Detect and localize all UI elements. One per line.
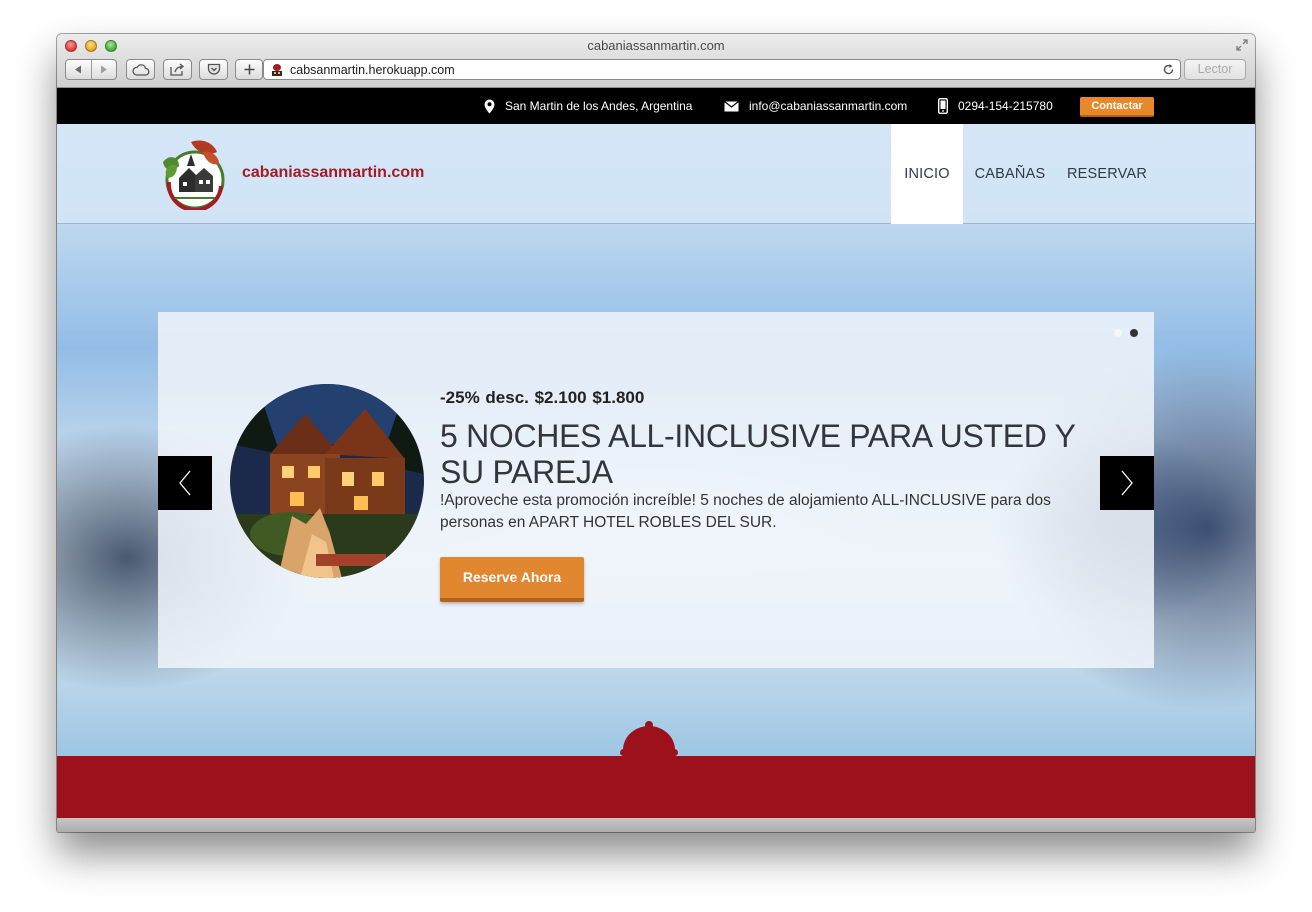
new-tab-button[interactable] bbox=[235, 59, 263, 80]
url-text: cabsanmartin.herokuapp.com bbox=[290, 62, 455, 77]
pocket-button[interactable] bbox=[199, 59, 228, 80]
promo-title: 5 NOCHES ALL-INCLUSIVE PARA USTED Y SU P… bbox=[440, 418, 1076, 490]
forward-arrow-icon bbox=[100, 65, 107, 74]
window-title: cabaniassanmartin.com bbox=[587, 38, 725, 53]
forward-button[interactable] bbox=[90, 60, 117, 79]
hotel-night-photo bbox=[230, 384, 424, 578]
map-pin-icon bbox=[484, 99, 495, 113]
location-info: San Martin de los Andes, Argentina bbox=[484, 88, 692, 124]
promo-slider: -25% desc. $2.100 $1.800 5 NOCHES ALL-IN… bbox=[158, 312, 1154, 668]
promo-description: !Aproveche esta promoción increíble! 5 n… bbox=[440, 492, 1051, 531]
reload-icon[interactable] bbox=[1162, 63, 1175, 76]
contact-topbar: San Martin de los Andes, Argentina info@… bbox=[57, 88, 1255, 124]
chevron-right-icon bbox=[1121, 470, 1133, 496]
slider-dot-1[interactable] bbox=[1114, 329, 1122, 337]
promo-price: -25% desc. $2.100 $1.800 bbox=[440, 388, 645, 407]
nav-cabanas[interactable]: CABAÑAS bbox=[969, 124, 1051, 224]
location-text: San Martin de los Andes, Argentina bbox=[505, 99, 693, 113]
mobile-phone-icon bbox=[938, 98, 948, 114]
red-footer-band bbox=[57, 756, 1255, 818]
share-icon bbox=[170, 63, 185, 76]
slider-next-button[interactable] bbox=[1100, 456, 1154, 510]
reserve-now-button[interactable]: Reserve Ahora bbox=[440, 557, 584, 602]
cloche-icon bbox=[620, 721, 678, 756]
slider-dot-2[interactable] bbox=[1130, 329, 1138, 337]
slider-prev-button[interactable] bbox=[158, 456, 212, 510]
window-bottom-edge bbox=[57, 818, 1255, 832]
share-button[interactable] bbox=[163, 59, 192, 80]
email-link[interactable]: info@cabaniassanmartin.com bbox=[749, 99, 907, 113]
email-info[interactable]: info@cabaniassanmartin.com bbox=[724, 88, 907, 124]
logo-icon[interactable] bbox=[157, 138, 233, 210]
phone-text: 0294-154-215780 bbox=[958, 99, 1053, 113]
browser-toolbar: cabaniassanmartin.com cabsanmartin.herok… bbox=[57, 34, 1255, 88]
back-forward-buttons bbox=[65, 59, 117, 80]
site-header: cabaniassanmartin.com INICIO CABAÑAS RES… bbox=[57, 124, 1255, 224]
fullscreen-icon[interactable] bbox=[1236, 39, 1248, 51]
back-button[interactable] bbox=[66, 60, 91, 79]
back-arrow-icon bbox=[75, 65, 82, 74]
promo-photo bbox=[230, 384, 424, 578]
envelope-icon bbox=[724, 100, 739, 111]
browser-window: cabaniassanmartin.com cabsanmartin.herok… bbox=[57, 34, 1255, 832]
contact-button[interactable]: Contactar bbox=[1080, 97, 1154, 117]
plus-icon bbox=[244, 64, 254, 75]
web-page: San Martin de los Andes, Argentina info@… bbox=[57, 88, 1255, 832]
cloud-icon bbox=[131, 63, 149, 76]
reader-button[interactable]: Lector bbox=[1184, 59, 1246, 80]
nav-inicio[interactable]: INICIO bbox=[891, 124, 963, 224]
chevron-left-icon bbox=[179, 470, 191, 496]
phone-info: 0294-154-215780 bbox=[938, 88, 1053, 124]
pocket-icon bbox=[207, 63, 220, 75]
address-bar[interactable]: cabsanmartin.herokuapp.com bbox=[263, 59, 1181, 80]
site-logo-text[interactable]: cabaniassanmartin.com bbox=[242, 164, 424, 182]
nav-reservar[interactable]: RESERVAR bbox=[1065, 124, 1149, 224]
site-favicon-icon bbox=[272, 63, 282, 76]
icloud-tabs-button[interactable] bbox=[126, 59, 155, 80]
